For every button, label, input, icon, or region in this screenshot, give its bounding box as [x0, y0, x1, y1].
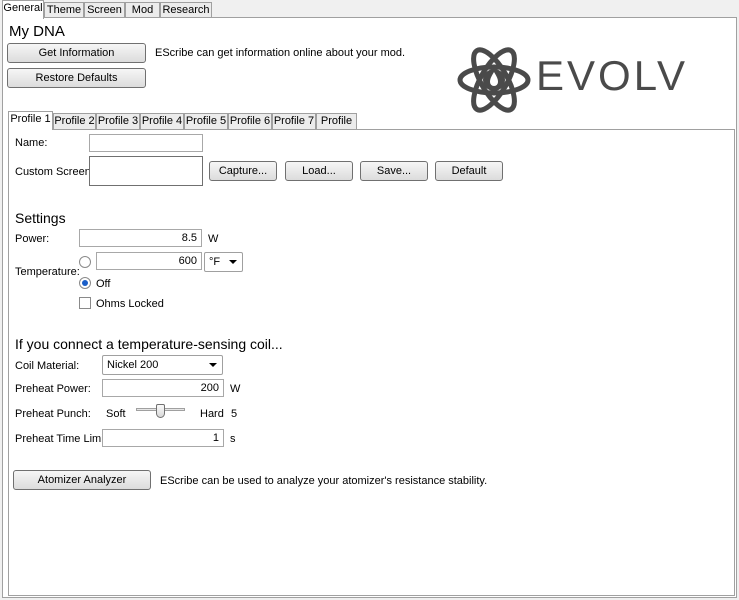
atomizer-analyzer-desc: EScribe can be used to analyze your atom… [160, 475, 488, 487]
temperature-input[interactable] [96, 252, 202, 270]
tab-profile-3[interactable]: Profile 3 [96, 113, 140, 129]
restore-defaults-button[interactable]: Restore Defaults [7, 68, 146, 88]
off-label: Off [96, 278, 111, 290]
preheat-time-limit-unit: s [230, 433, 236, 445]
tab-screen[interactable]: Screen [84, 2, 125, 18]
preheat-time-limit-label: Preheat Time Limit: [15, 433, 110, 445]
tab-mod[interactable]: Mod [125, 2, 160, 18]
tab-profile-5[interactable]: Profile 5 [184, 113, 228, 129]
temperature-on-radio[interactable] [79, 256, 91, 268]
temperature-unit-value: °F [209, 256, 221, 268]
evolv-atom-logo-icon [456, 42, 532, 118]
tab-general[interactable]: General [2, 0, 44, 19]
coil-material-label: Coil Material: [15, 360, 80, 372]
preheat-punch-label: Preheat Punch: [15, 408, 91, 420]
temperature-off-radio[interactable] [79, 277, 91, 289]
ohms-locked-label: Ohms Locked [96, 298, 164, 310]
tab-profile-4[interactable]: Profile 4 [140, 113, 184, 129]
tab-profile-6[interactable]: Profile 6 [228, 113, 272, 129]
coil-section-title: If you connect a temperature-sensing coi… [15, 336, 283, 352]
save-button[interactable]: Save... [360, 161, 428, 181]
capture-button[interactable]: Capture... [209, 161, 277, 181]
chevron-down-icon [209, 363, 217, 367]
tab-profile-8[interactable]: Profile 8 [316, 113, 357, 142]
get-information-desc: EScribe can get information online about… [155, 47, 406, 59]
power-input[interactable] [79, 229, 202, 247]
soft-label: Soft [106, 408, 126, 420]
punch-value: 5 [231, 408, 238, 420]
tab-profile-1[interactable]: Profile 1 [8, 111, 53, 130]
settings-title: Settings [15, 210, 66, 226]
custom-screen-label: Custom Screen: [15, 166, 94, 178]
chevron-down-icon [229, 260, 237, 264]
coil-material-value: Nickel 200 [107, 359, 159, 371]
my-dna-title: My DNA [9, 23, 65, 40]
preheat-power-unit: W [230, 383, 241, 395]
power-unit: W [208, 233, 219, 245]
coil-material-select[interactable]: Nickel 200 [102, 355, 223, 375]
slider-thumb[interactable] [156, 404, 165, 418]
name-label: Name: [15, 137, 48, 149]
preheat-punch-slider[interactable] [136, 404, 185, 424]
tab-profile-7[interactable]: Profile 7 [272, 113, 316, 129]
preheat-time-limit-input[interactable] [102, 429, 224, 447]
name-input[interactable] [89, 134, 203, 152]
evolv-logo-text: EVOLV [536, 52, 688, 99]
tab-research[interactable]: Research [160, 2, 212, 18]
hard-label: Hard [200, 408, 224, 420]
load-button[interactable]: Load... [285, 161, 353, 181]
ohms-locked-checkbox[interactable] [79, 297, 91, 309]
tab-theme[interactable]: Theme [44, 2, 84, 18]
atomizer-analyzer-button[interactable]: Atomizer Analyzer [13, 470, 151, 490]
temperature-unit-select[interactable]: °F [204, 252, 243, 272]
temperature-label: Temperature: [15, 266, 80, 278]
tab-profile-2[interactable]: Profile 2 [53, 113, 96, 129]
power-label: Power: [15, 233, 50, 245]
preheat-power-label: Preheat Power: [15, 383, 91, 395]
preheat-power-input[interactable] [102, 379, 224, 397]
custom-screen-preview [89, 156, 203, 186]
default-button[interactable]: Default [435, 161, 503, 181]
get-information-button[interactable]: Get Information [7, 43, 146, 63]
